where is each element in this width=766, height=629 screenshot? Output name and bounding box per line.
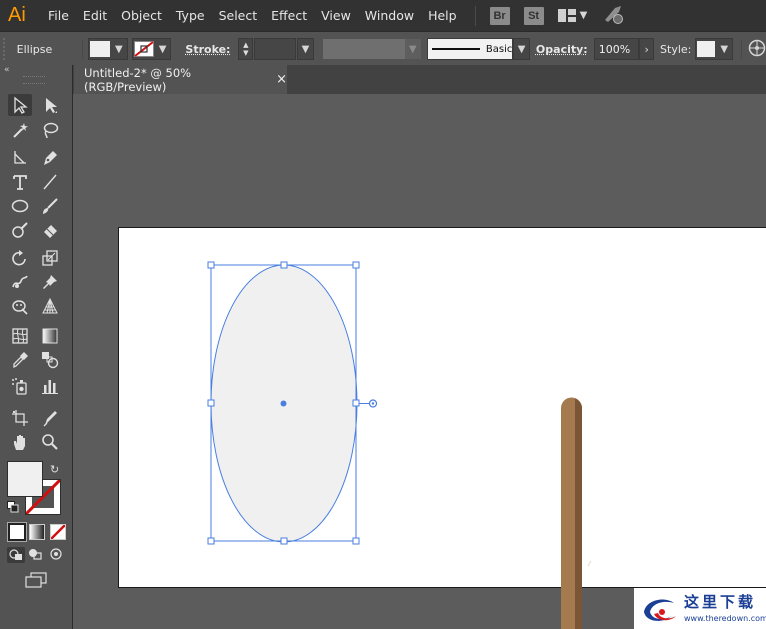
center-point[interactable] — [280, 400, 287, 407]
pie-widget-dot — [371, 402, 375, 405]
watermark-text: 这里下载 — [684, 593, 757, 611]
handle-top-right[interactable] — [352, 261, 360, 269]
watermark-logo — [644, 599, 676, 621]
fill-color-swatch[interactable] — [7, 461, 43, 497]
handle-top-middle[interactable] — [280, 261, 288, 269]
artwork-layer — [207, 261, 592, 629]
watermark: 这里下载 www.theredown.com — [634, 588, 766, 629]
handle-bottom-middle[interactable] — [280, 537, 288, 545]
handle-middle-left[interactable] — [207, 399, 215, 407]
stick-edge-highlight — [587, 560, 592, 567]
watermark-url: www.theredown.com — [684, 614, 766, 623]
handle-bottom-left[interactable] — [207, 537, 215, 545]
stick-shadow — [575, 398, 582, 629]
handle-bottom-right[interactable] — [352, 537, 360, 545]
handle-top-left[interactable] — [207, 261, 215, 269]
handle-middle-right[interactable] — [352, 399, 360, 407]
stick-shape[interactable] — [561, 397, 592, 629]
